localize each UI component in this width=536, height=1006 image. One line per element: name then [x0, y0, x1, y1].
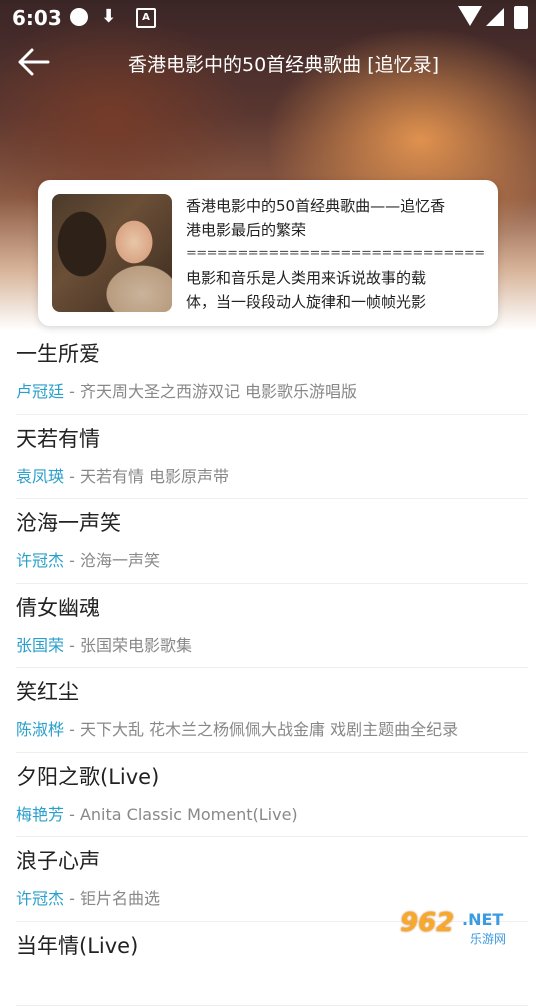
watermark-number: 962	[400, 908, 454, 938]
song-meta: 张国荣 - 张国荣电影歌集	[16, 632, 192, 656]
song-artist: 张国荣	[16, 636, 64, 655]
song-artist: 陈淑桦	[16, 720, 64, 739]
back-arrow-icon	[14, 42, 54, 82]
song-artist: 许冠杰	[16, 889, 64, 908]
description-separator: ================================	[186, 242, 486, 266]
song-title: 当年情(Live)	[16, 930, 138, 960]
signal-icon	[486, 8, 504, 26]
page-title: 香港电影中的50首经典歌曲 [追忆录]	[128, 50, 439, 77]
status-bar: 6:03 ⬇ A	[0, 0, 536, 36]
song-album: - 钜片名曲选	[64, 889, 160, 908]
top-bar: 香港电影中的50首经典歌曲 [追忆录]	[0, 36, 536, 92]
song-list-item[interactable]: 沧海一声笑 许冠杰 - 沧海一声笑	[16, 499, 528, 584]
description-line: 体，当一段段动人旋律和一帧帧光影	[186, 290, 486, 314]
song-list-item[interactable]: 笑红尘 陈淑桦 - 天下大乱 花木兰之杨佩佩大战金庸 戏剧主题曲全纪录	[16, 668, 528, 753]
playlist-description: 香港电影中的50首经典歌曲——追忆香 港电影最后的繁荣 ============…	[186, 194, 486, 314]
song-album: - 张国荣电影歌集	[64, 636, 192, 655]
song-meta: 卢冠廷 - 齐天周大圣之西游双记 电影歌乐游唱版	[16, 378, 357, 402]
song-list-item[interactable]: 倩女幽魂 张国荣 - 张国荣电影歌集	[16, 584, 528, 669]
song-list-item[interactable]: 一生所爱 卢冠廷 - 齐天周大圣之西游双记 电影歌乐游唱版	[16, 330, 528, 415]
song-list: 一生所爱 卢冠廷 - 齐天周大圣之西游双记 电影歌乐游唱版 天若有情 袁凤瑛 -…	[0, 330, 536, 1006]
download-icon: ⬇	[101, 6, 116, 27]
song-title: 浪子心声	[16, 845, 100, 875]
song-list-item[interactable]: 夕阳之歌(Live) 梅艳芳 - Anita Classic Moment(Li…	[16, 753, 528, 838]
song-title: 笑红尘	[16, 676, 79, 706]
song-artist: 许冠杰	[16, 551, 64, 570]
watermark-subtitle: 乐游网	[470, 930, 506, 947]
song-title: 一生所爱	[16, 338, 100, 368]
watermark-net: .NET	[462, 910, 503, 929]
description-line: 香港电影中的50首经典歌曲——追忆香	[186, 194, 486, 218]
description-line: 电影和音乐是人类用来诉说故事的载	[186, 266, 486, 290]
song-title: 天若有情	[16, 423, 100, 453]
status-time: 6:03	[12, 6, 62, 30]
app-notification-icon: A	[136, 8, 156, 28]
song-artist: 卢冠廷	[16, 382, 64, 401]
song-title: 沧海一声笑	[16, 507, 121, 537]
song-meta: 陈淑桦 - 天下大乱 花木兰之杨佩佩大战金庸 戏剧主题曲全纪录	[16, 716, 458, 740]
song-album: - 天若有情 电影原声带	[64, 467, 229, 486]
song-meta: 梅艳芳 - Anita Classic Moment(Live)	[16, 801, 298, 825]
song-album: - 齐天周大圣之西游双记 电影歌乐游唱版	[64, 382, 357, 401]
song-meta: 许冠杰 - 沧海一声笑	[16, 547, 160, 571]
song-album: - 天下大乱 花木兰之杨佩佩大战金庸 戏剧主题曲全纪录	[64, 720, 458, 739]
wifi-icon	[458, 6, 482, 26]
playlist-cover-image	[52, 194, 172, 312]
back-button[interactable]	[14, 42, 54, 82]
notification-dot-icon	[70, 8, 88, 26]
site-watermark: 962 .NET 乐游网	[396, 906, 530, 948]
song-album: - 沧海一声笑	[64, 551, 160, 570]
song-title: 夕阳之歌(Live)	[16, 761, 159, 791]
battery-icon	[514, 6, 528, 29]
song-meta: 许冠杰 - 钜片名曲选	[16, 885, 160, 909]
playlist-info-card[interactable]: 香港电影中的50首经典歌曲——追忆香 港电影最后的繁荣 ============…	[38, 180, 498, 326]
song-list-item[interactable]: 天若有情 袁凤瑛 - 天若有情 电影原声带	[16, 415, 528, 500]
song-artist: 袁凤瑛	[16, 467, 64, 486]
song-meta: 袁凤瑛 - 天若有情 电影原声带	[16, 463, 229, 487]
description-line: 港电影最后的繁荣	[186, 218, 486, 242]
song-title: 倩女幽魂	[16, 592, 100, 622]
song-album: - Anita Classic Moment(Live)	[64, 805, 298, 824]
song-artist: 梅艳芳	[16, 805, 64, 824]
